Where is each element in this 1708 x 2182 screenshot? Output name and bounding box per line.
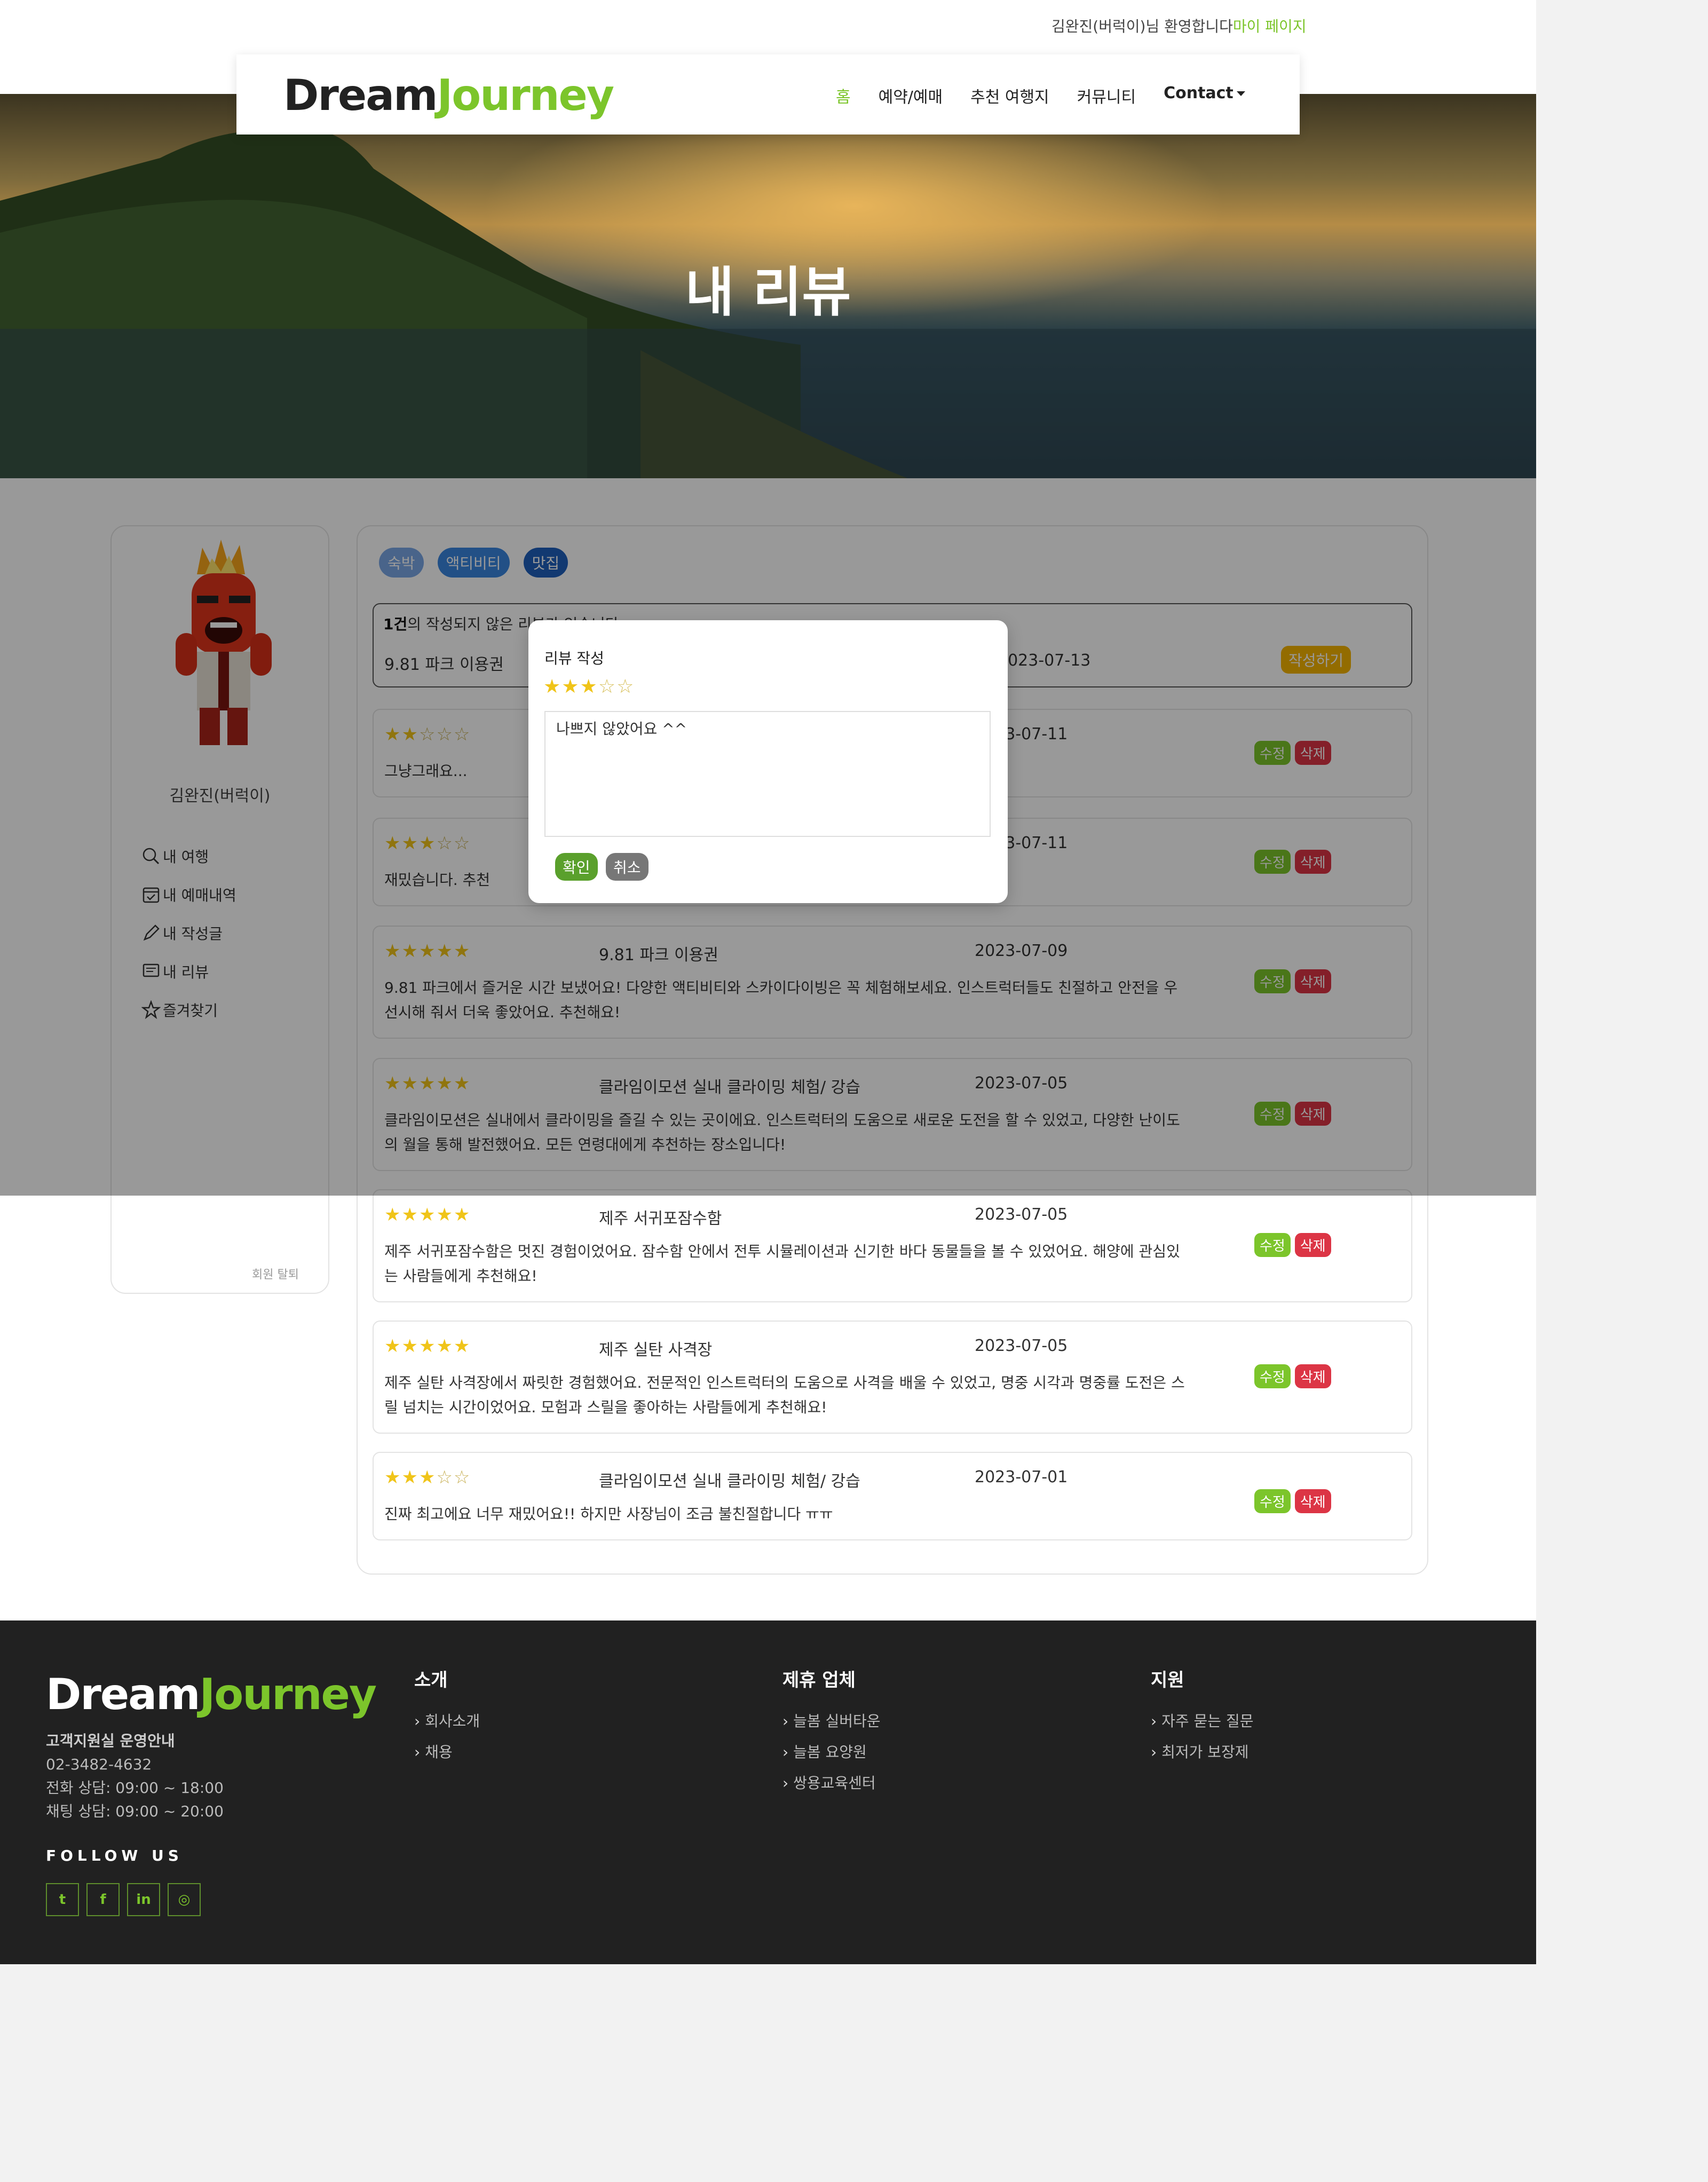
- logo-part2: Journey: [437, 70, 614, 120]
- footer-col-heading: 지원: [1151, 1670, 1184, 1691]
- review-write-modal: 리뷰 작성 ★★★☆☆ 나쁘지 않았어요 ^^ 확인 취소: [528, 620, 1008, 903]
- welcome-text: 김완진(버럭이)님 환영합니다: [1051, 18, 1233, 35]
- rating-stars: ★★★★★: [384, 1204, 471, 1226]
- facebook-icon[interactable]: f: [86, 1883, 120, 1916]
- review-date: 2023-07-05: [975, 1337, 1068, 1355]
- hero-banner: 내 리뷰: [0, 94, 1536, 478]
- withdraw-link[interactable]: 회원 탈퇴: [252, 1265, 299, 1282]
- logo-part1: Dream: [283, 70, 438, 120]
- review-card: ★★★☆☆ 클라임이모션 실내 클라이밍 체험/ 강습 2023-07-01 진…: [373, 1452, 1412, 1540]
- linkedin-icon[interactable]: in: [127, 1883, 160, 1916]
- nav-community[interactable]: 커뮤니티: [1077, 84, 1136, 107]
- review-place: 클라임이모션 실내 클라이밍 체험/ 강습: [599, 1472, 860, 1491]
- page-title: 내 리뷰: [685, 261, 851, 323]
- delete-button[interactable]: 삭제: [1294, 1489, 1331, 1513]
- nav-contact-label: Contact: [1164, 84, 1233, 102]
- nav-booking[interactable]: 예약/예매: [879, 84, 943, 107]
- review-text: 제주 실탄 사격장에서 짜릿한 경험했어요. 전문적인 인스트럭터의 도움으로 …: [384, 1374, 1185, 1416]
- edit-button[interactable]: 수정: [1254, 1364, 1291, 1388]
- footer-link[interactable]: 채용: [414, 1741, 480, 1772]
- review-place: 제주 실탄 사격장: [599, 1341, 713, 1359]
- support-info: 고객지원실 운영안내 02-3482-4632 전화 상담: 09:00 ~ 1…: [46, 1729, 224, 1823]
- mypage-link[interactable]: 마이 페이지: [1233, 18, 1307, 35]
- edit-button[interactable]: 수정: [1254, 1233, 1291, 1257]
- review-date: 2023-07-01: [975, 1468, 1068, 1487]
- footer-logo-part1: Dream: [46, 1670, 200, 1719]
- footer-link[interactable]: 늘봄 요양원: [782, 1741, 881, 1772]
- main-nav: 홈 예약/예매 추천 여행지 커뮤니티 Contact: [836, 84, 1245, 107]
- footer: DreamJourney 고객지원실 운영안내 02-3482-4632 전화 …: [0, 1620, 1536, 1964]
- review-actions: 수정 삭제: [1254, 1489, 1331, 1513]
- call-hours: 전화 상담: 09:00 ~ 18:00: [46, 1779, 224, 1797]
- footer-link[interactable]: 쌍용교육센터: [782, 1772, 881, 1802]
- nav-recommend[interactable]: 추천 여행지: [970, 84, 1049, 107]
- support-phone: 02-3482-4632: [46, 1756, 152, 1773]
- modal-rating-stars[interactable]: ★★★☆☆: [543, 676, 635, 698]
- review-actions: 수정 삭제: [1254, 1364, 1331, 1388]
- rating-stars: ★★★★★: [384, 1335, 471, 1357]
- footer-logo-part2: Journey: [199, 1670, 376, 1719]
- edit-button[interactable]: 수정: [1254, 1489, 1291, 1513]
- page: 김완진(버럭이)님 환영합니다마이 페이지 DreamJourney 홈 예약/…: [0, 0, 1536, 1964]
- confirm-button[interactable]: 확인: [555, 853, 598, 881]
- review-date: 2023-07-05: [975, 1205, 1068, 1224]
- cancel-button[interactable]: 취소: [606, 853, 649, 881]
- footer-link[interactable]: 늘봄 실버타운: [782, 1710, 880, 1741]
- review-actions: 수정 삭제: [1254, 1233, 1331, 1257]
- footer-col-partners: 제휴 업체 늘봄 실버타운 늘봄 요양원 쌍용교육센터: [782, 1665, 881, 1802]
- caret-down-icon: [1236, 91, 1245, 96]
- review-card: ★★★★★ 제주 실탄 사격장 2023-07-05 제주 실탄 사격장에서 짜…: [373, 1321, 1412, 1434]
- social-links: t f in ◎: [46, 1883, 201, 1916]
- logo[interactable]: DreamJourney: [283, 70, 614, 120]
- navbar: DreamJourney 홈 예약/예매 추천 여행지 커뮤니티 Contact: [236, 54, 1300, 135]
- footer-logo[interactable]: DreamJourney: [46, 1670, 377, 1719]
- rating-stars: ★★★☆☆: [384, 1467, 471, 1488]
- delete-button[interactable]: 삭제: [1294, 1233, 1331, 1257]
- welcome-bar: 김완진(버럭이)님 환영합니다마이 페이지: [1051, 15, 1307, 36]
- nav-home[interactable]: 홈: [836, 84, 851, 107]
- footer-col-heading: 소개: [414, 1670, 448, 1691]
- nav-contact-dropdown[interactable]: Contact: [1164, 84, 1245, 107]
- footer-col-about: 소개 회사소개 채용: [414, 1665, 480, 1772]
- footer-link[interactable]: 회사소개: [414, 1710, 480, 1741]
- footer-col-heading: 제휴 업체: [782, 1670, 856, 1691]
- review-text: 진짜 최고에요 너무 재밌어요!! 하지만 사장님이 조금 불친절합니다 ㅠㅠ: [384, 1505, 833, 1523]
- modal-title: 리뷰 작성: [544, 650, 604, 667]
- twitter-icon[interactable]: t: [46, 1883, 79, 1916]
- review-textarea[interactable]: 나쁘지 않았어요 ^^: [544, 711, 991, 837]
- footer-link[interactable]: 자주 묻는 질문: [1151, 1710, 1253, 1741]
- review-text: 제주 서귀포잠수함은 멋진 경험이었어요. 잠수함 안에서 전투 시뮬레이션과 …: [384, 1243, 1180, 1285]
- instagram-icon[interactable]: ◎: [168, 1883, 201, 1916]
- review-place: 제주 서귀포잠수함: [599, 1209, 722, 1228]
- footer-col-support: 지원 자주 묻는 질문 최저가 보장제: [1151, 1665, 1253, 1772]
- footer-link[interactable]: 최저가 보장제: [1151, 1741, 1253, 1772]
- follow-us-label: FOLLOW US: [46, 1847, 183, 1864]
- review-card: ★★★★★ 제주 서귀포잠수함 2023-07-05 제주 서귀포잠수함은 멋진…: [373, 1189, 1412, 1302]
- support-heading: 고객지원실 운영안내: [46, 1732, 175, 1750]
- chat-hours: 채팅 상담: 09:00 ~ 20:00: [46, 1802, 224, 1820]
- delete-button[interactable]: 삭제: [1294, 1364, 1331, 1388]
